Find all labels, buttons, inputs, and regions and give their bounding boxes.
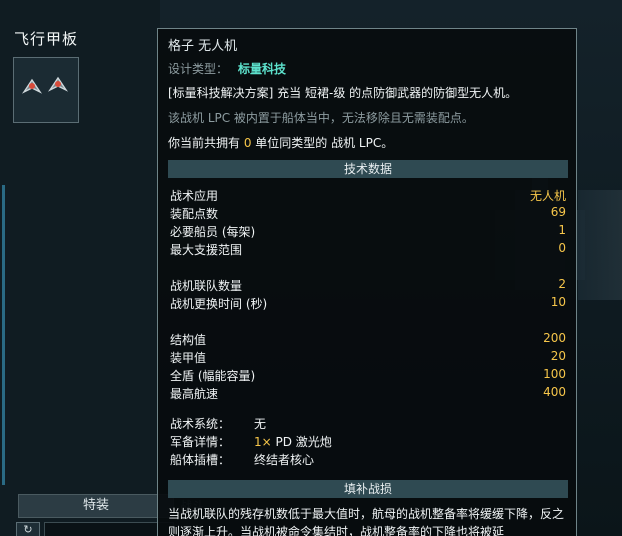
stat-value: 10 bbox=[550, 295, 566, 309]
drone-wing-icon bbox=[21, 76, 69, 94]
outfit-button[interactable]: 特装 bbox=[18, 494, 174, 518]
fighter-description: [标量科技解决方案] 充当 短裙-级 的点防御武器的防御型无人机。 bbox=[168, 86, 518, 100]
stat-label: 装配点数 bbox=[170, 207, 219, 221]
tech-data-header: 技术数据 bbox=[168, 160, 568, 178]
stat-value: 200 bbox=[543, 331, 566, 345]
ownership-line: 你当前共拥有 0 单位同类型的 战机 LPC。 bbox=[168, 134, 568, 151]
stat-row: 最高航速 400 bbox=[170, 385, 566, 403]
stat-row: 全盾 (幅能容量) 100 bbox=[170, 367, 566, 385]
fighter-tooltip: 格子 无人机 设计类型： 标量科技 [标量科技解决方案] 充当 短裙-级 的点防… bbox=[157, 28, 577, 536]
stat-row: 战机联队数量 2 bbox=[170, 277, 566, 295]
ownership-suffix: 单位同类型的 战机 LPC。 bbox=[251, 136, 394, 150]
design-type-value: 标量科技 bbox=[238, 62, 287, 76]
stat-label: 战术应用 bbox=[170, 189, 219, 203]
stat-label: 必要船员 (每架) bbox=[170, 225, 256, 239]
stat-row: 必要船员 (每架) 1 bbox=[170, 223, 566, 241]
stat-value: 400 bbox=[543, 385, 566, 399]
stat-row: 装甲值 20 bbox=[170, 349, 566, 367]
ship-fragment bbox=[578, 190, 622, 300]
stat-row: 最大支援范围 0 bbox=[170, 241, 566, 259]
stat-value: 0 bbox=[558, 241, 566, 255]
panel-scroll-edge[interactable] bbox=[2, 185, 5, 485]
stat-row: 装配点数 69 bbox=[170, 205, 566, 223]
armament-value: 1× PD 激光炮 bbox=[254, 433, 332, 450]
stat-value: 69 bbox=[550, 205, 566, 219]
stat-value: 无人机 bbox=[529, 189, 566, 203]
stat-label: 战机联队数量 bbox=[170, 279, 243, 293]
stat-label: 结构值 bbox=[170, 333, 207, 347]
stat-value: 2 bbox=[558, 277, 566, 291]
bottom-input[interactable] bbox=[44, 522, 174, 536]
hull-slot-value: 终结者核心 bbox=[254, 453, 315, 467]
tactical-system-label: 战术系统： bbox=[170, 417, 231, 431]
armament-label: 军备详情： bbox=[170, 435, 231, 449]
flight-deck-title: 飞行甲板 bbox=[14, 30, 79, 48]
armament-row: 军备详情： 1× PD 激光炮 bbox=[170, 433, 566, 451]
tactical-system-row: 战术系统： 无 bbox=[170, 415, 566, 433]
stat-label: 战机更换时间 (秒) bbox=[170, 297, 268, 311]
tactical-system-value: 无 bbox=[254, 417, 267, 431]
replacement-header: 填补战损 bbox=[168, 480, 568, 498]
refresh-icon[interactable]: ↻ bbox=[16, 522, 40, 536]
stat-value: 20 bbox=[550, 349, 566, 363]
design-type-label: 设计类型： bbox=[168, 62, 229, 76]
ownership-prefix: 你当前共拥有 bbox=[168, 136, 244, 150]
armament-count: 1× bbox=[254, 435, 272, 449]
stat-row: 结构值 200 bbox=[170, 331, 566, 349]
replacement-text: 当战机联队的残存机数低于最大值时，航母的战机整备率将缓缓下降，反之则逐渐上升。当… bbox=[168, 507, 565, 536]
armament-weapon: PD 激光炮 bbox=[271, 435, 332, 449]
tooltip-title: 格子 无人机 bbox=[168, 39, 238, 54]
hull-slot-row: 船体插槽： 终结者核心 bbox=[170, 451, 566, 469]
fighter-wing-slot[interactable] bbox=[13, 57, 79, 123]
stat-row: 战术应用 无人机 bbox=[170, 187, 566, 205]
stat-label: 全盾 (幅能容量) bbox=[170, 369, 256, 383]
hull-slot-label: 船体插槽： bbox=[170, 453, 231, 467]
built-in-note: 该战机 LPC 被内置于船体当中，无法移除且无需装配点。 bbox=[168, 111, 474, 125]
stat-value: 100 bbox=[543, 367, 566, 381]
stat-label: 最高航速 bbox=[170, 387, 219, 401]
stat-label: 装甲值 bbox=[170, 351, 207, 365]
stat-label: 最大支援范围 bbox=[170, 243, 243, 257]
stat-value: 1 bbox=[558, 223, 566, 237]
stat-row: 战机更换时间 (秒) 10 bbox=[170, 295, 566, 313]
